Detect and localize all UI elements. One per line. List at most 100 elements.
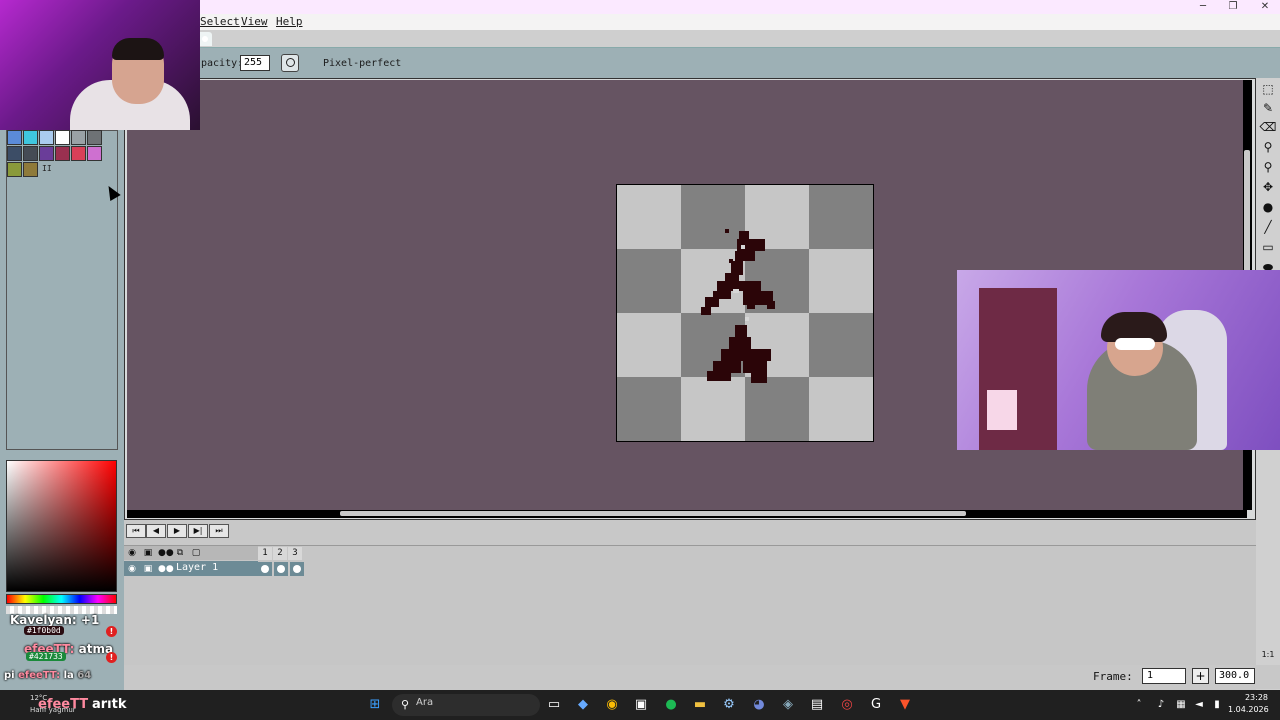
close-button[interactable]: ✕	[1250, 0, 1280, 14]
chat-sub-1: #1f0b0d	[24, 626, 64, 635]
spotify-icon[interactable]: ●	[662, 696, 680, 714]
minimize-button[interactable]: ─	[1188, 0, 1218, 14]
taskbar-chat-text: arıtk	[92, 697, 127, 712]
start-menu-icon[interactable]: ⊞	[366, 696, 384, 714]
frame-header-1[interactable]: 1	[258, 547, 272, 560]
app-g-icon[interactable]: G	[867, 696, 885, 714]
fill-bucket-icon[interactable]: ●	[1259, 198, 1277, 216]
layer-lock-icon[interactable]: ▣	[142, 563, 154, 575]
palette-swatch[interactable]	[7, 146, 22, 161]
continuous-header-icon[interactable]: ●●	[158, 547, 174, 559]
chat-user-1: Kavelyan: +1	[10, 613, 100, 627]
taskbar-search[interactable]	[392, 694, 540, 716]
chat-user-3: pi efeeTT: la 64	[4, 670, 92, 681]
menu-help[interactable]: Help	[276, 15, 303, 28]
palette-swatch[interactable]	[87, 146, 102, 161]
zoom-options-button[interactable]	[281, 54, 299, 72]
webcam-overlay-right	[957, 270, 1280, 450]
add-frame-button[interactable]: +	[1192, 668, 1209, 684]
first-frame-button[interactable]: ⏮	[126, 524, 146, 538]
move-icon[interactable]: ✥	[1259, 178, 1277, 196]
frame-input[interactable]: 1	[1142, 668, 1186, 684]
microphone-icon[interactable]: ♪	[1152, 696, 1170, 714]
chat-badge-1-icon: !	[106, 626, 117, 637]
palette-swatch[interactable]	[7, 130, 22, 145]
menu-view[interactable]: View	[241, 15, 268, 28]
layer-continuous-icon[interactable]: ●●	[158, 563, 174, 575]
palette-swatch[interactable]	[55, 130, 70, 145]
cel-frame-3[interactable]	[290, 562, 304, 576]
settings-icon[interactable]: ⚙	[720, 696, 738, 714]
copilot-icon[interactable]: ◆	[574, 696, 592, 714]
visibility-header-icon[interactable]: ◉	[126, 547, 138, 559]
battery-icon[interactable]: ▮	[1208, 696, 1226, 714]
horizontal-scroll-thumb[interactable]	[340, 511, 966, 516]
pixel-perfect-toggle[interactable]: Pixel-perfect	[323, 58, 401, 69]
sprite-drawing	[701, 229, 775, 383]
palette-swatch[interactable]	[71, 130, 86, 145]
chrome-icon[interactable]: ◉	[603, 696, 621, 714]
eyedropper-icon[interactable]: ⚲	[1259, 138, 1277, 156]
obs-icon[interactable]: ◎	[838, 696, 856, 714]
maximize-button[interactable]: ❐	[1218, 0, 1248, 14]
task-view-icon[interactable]: ▭	[545, 696, 563, 714]
layer-name[interactable]: Layer 1	[176, 562, 218, 573]
eraser-icon[interactable]: ⌫	[1259, 118, 1277, 136]
terminal-icon[interactable]: ▤	[808, 696, 826, 714]
chat-sub-2: #421733	[26, 652, 66, 661]
steam-icon[interactable]: ◈	[779, 696, 797, 714]
chat-badge-2-icon: !	[106, 652, 117, 663]
zoom-icon[interactable]: ⚲	[1259, 158, 1277, 176]
palette-box	[6, 130, 118, 450]
file-explorer-icon[interactable]: ▬	[691, 696, 709, 714]
zoom-input[interactable]: 300.0	[1215, 668, 1255, 684]
frame-label: Frame:	[1093, 670, 1133, 683]
palette-swatch[interactable]	[55, 146, 70, 161]
app-icon[interactable]: ▣	[632, 696, 650, 714]
rectangle-icon[interactable]: ▭	[1259, 238, 1277, 256]
volume-icon[interactable]: ◄	[1190, 696, 1208, 714]
webcam-overlay-top-left	[0, 0, 200, 130]
clock-date[interactable]: 1.04.2026	[1228, 705, 1269, 714]
palette-swatch[interactable]	[7, 162, 22, 177]
cel-frame-2[interactable]	[274, 562, 288, 576]
palette-swatch[interactable]	[39, 146, 54, 161]
taskbar-search-placeholder[interactable]: Ara	[416, 697, 433, 708]
lock-header-icon[interactable]: ▣	[142, 547, 154, 559]
network-icon[interactable]: ▦	[1172, 696, 1190, 714]
menu-select[interactable]: Select	[200, 15, 240, 28]
app-window: ─ ❐ ✕ Select View Help pacity: 255 Pixel…	[0, 0, 1280, 720]
layer-group-header-icon[interactable]: ⧉	[174, 547, 186, 559]
next-frame-button[interactable]: ▶|	[188, 524, 208, 538]
clock-time[interactable]: 23:28	[1228, 693, 1268, 702]
lamp	[987, 390, 1017, 430]
tray-chevron-icon[interactable]: ˄	[1130, 696, 1148, 714]
discord-icon[interactable]: ◕	[750, 696, 768, 714]
palette-swatch[interactable]	[87, 130, 102, 145]
new-layer-header-icon[interactable]: ▢	[190, 547, 202, 559]
sprite-pixels	[701, 229, 775, 383]
pencil-icon[interactable]: ✎	[1259, 99, 1277, 117]
previous-frame-button[interactable]: ◀	[146, 524, 166, 538]
palette-swatch[interactable]	[23, 130, 38, 145]
palette-swatch[interactable]	[39, 130, 54, 145]
play-button[interactable]: ▶	[167, 524, 187, 538]
frame-header-2[interactable]: 2	[273, 547, 287, 560]
cel-frame-1[interactable]	[258, 562, 272, 576]
color-picker-field[interactable]	[6, 460, 117, 592]
layer-visibility-icon[interactable]: ◉	[126, 563, 138, 575]
reset-zoom-button[interactable]: 1:1	[1259, 646, 1277, 664]
brave-icon[interactable]: ▼	[896, 696, 914, 714]
palette-swatch[interactable]	[23, 162, 38, 177]
palette-swatch[interactable]	[71, 146, 86, 161]
frame-header-3[interactable]: 3	[288, 547, 302, 560]
rectangular-marquee-icon[interactable]: ⬚	[1259, 80, 1277, 98]
last-frame-button[interactable]: ⏭	[209, 524, 229, 538]
sprite-canvas[interactable]	[616, 184, 874, 442]
palette-swatch[interactable]	[23, 146, 38, 161]
line-icon[interactable]: ╱	[1259, 218, 1277, 236]
opacity-label: pacity:	[201, 58, 244, 69]
hue-slider[interactable]	[6, 594, 117, 604]
taskbar-chat-user: efeeTT	[38, 697, 89, 712]
opacity-input[interactable]: 255	[240, 55, 270, 71]
